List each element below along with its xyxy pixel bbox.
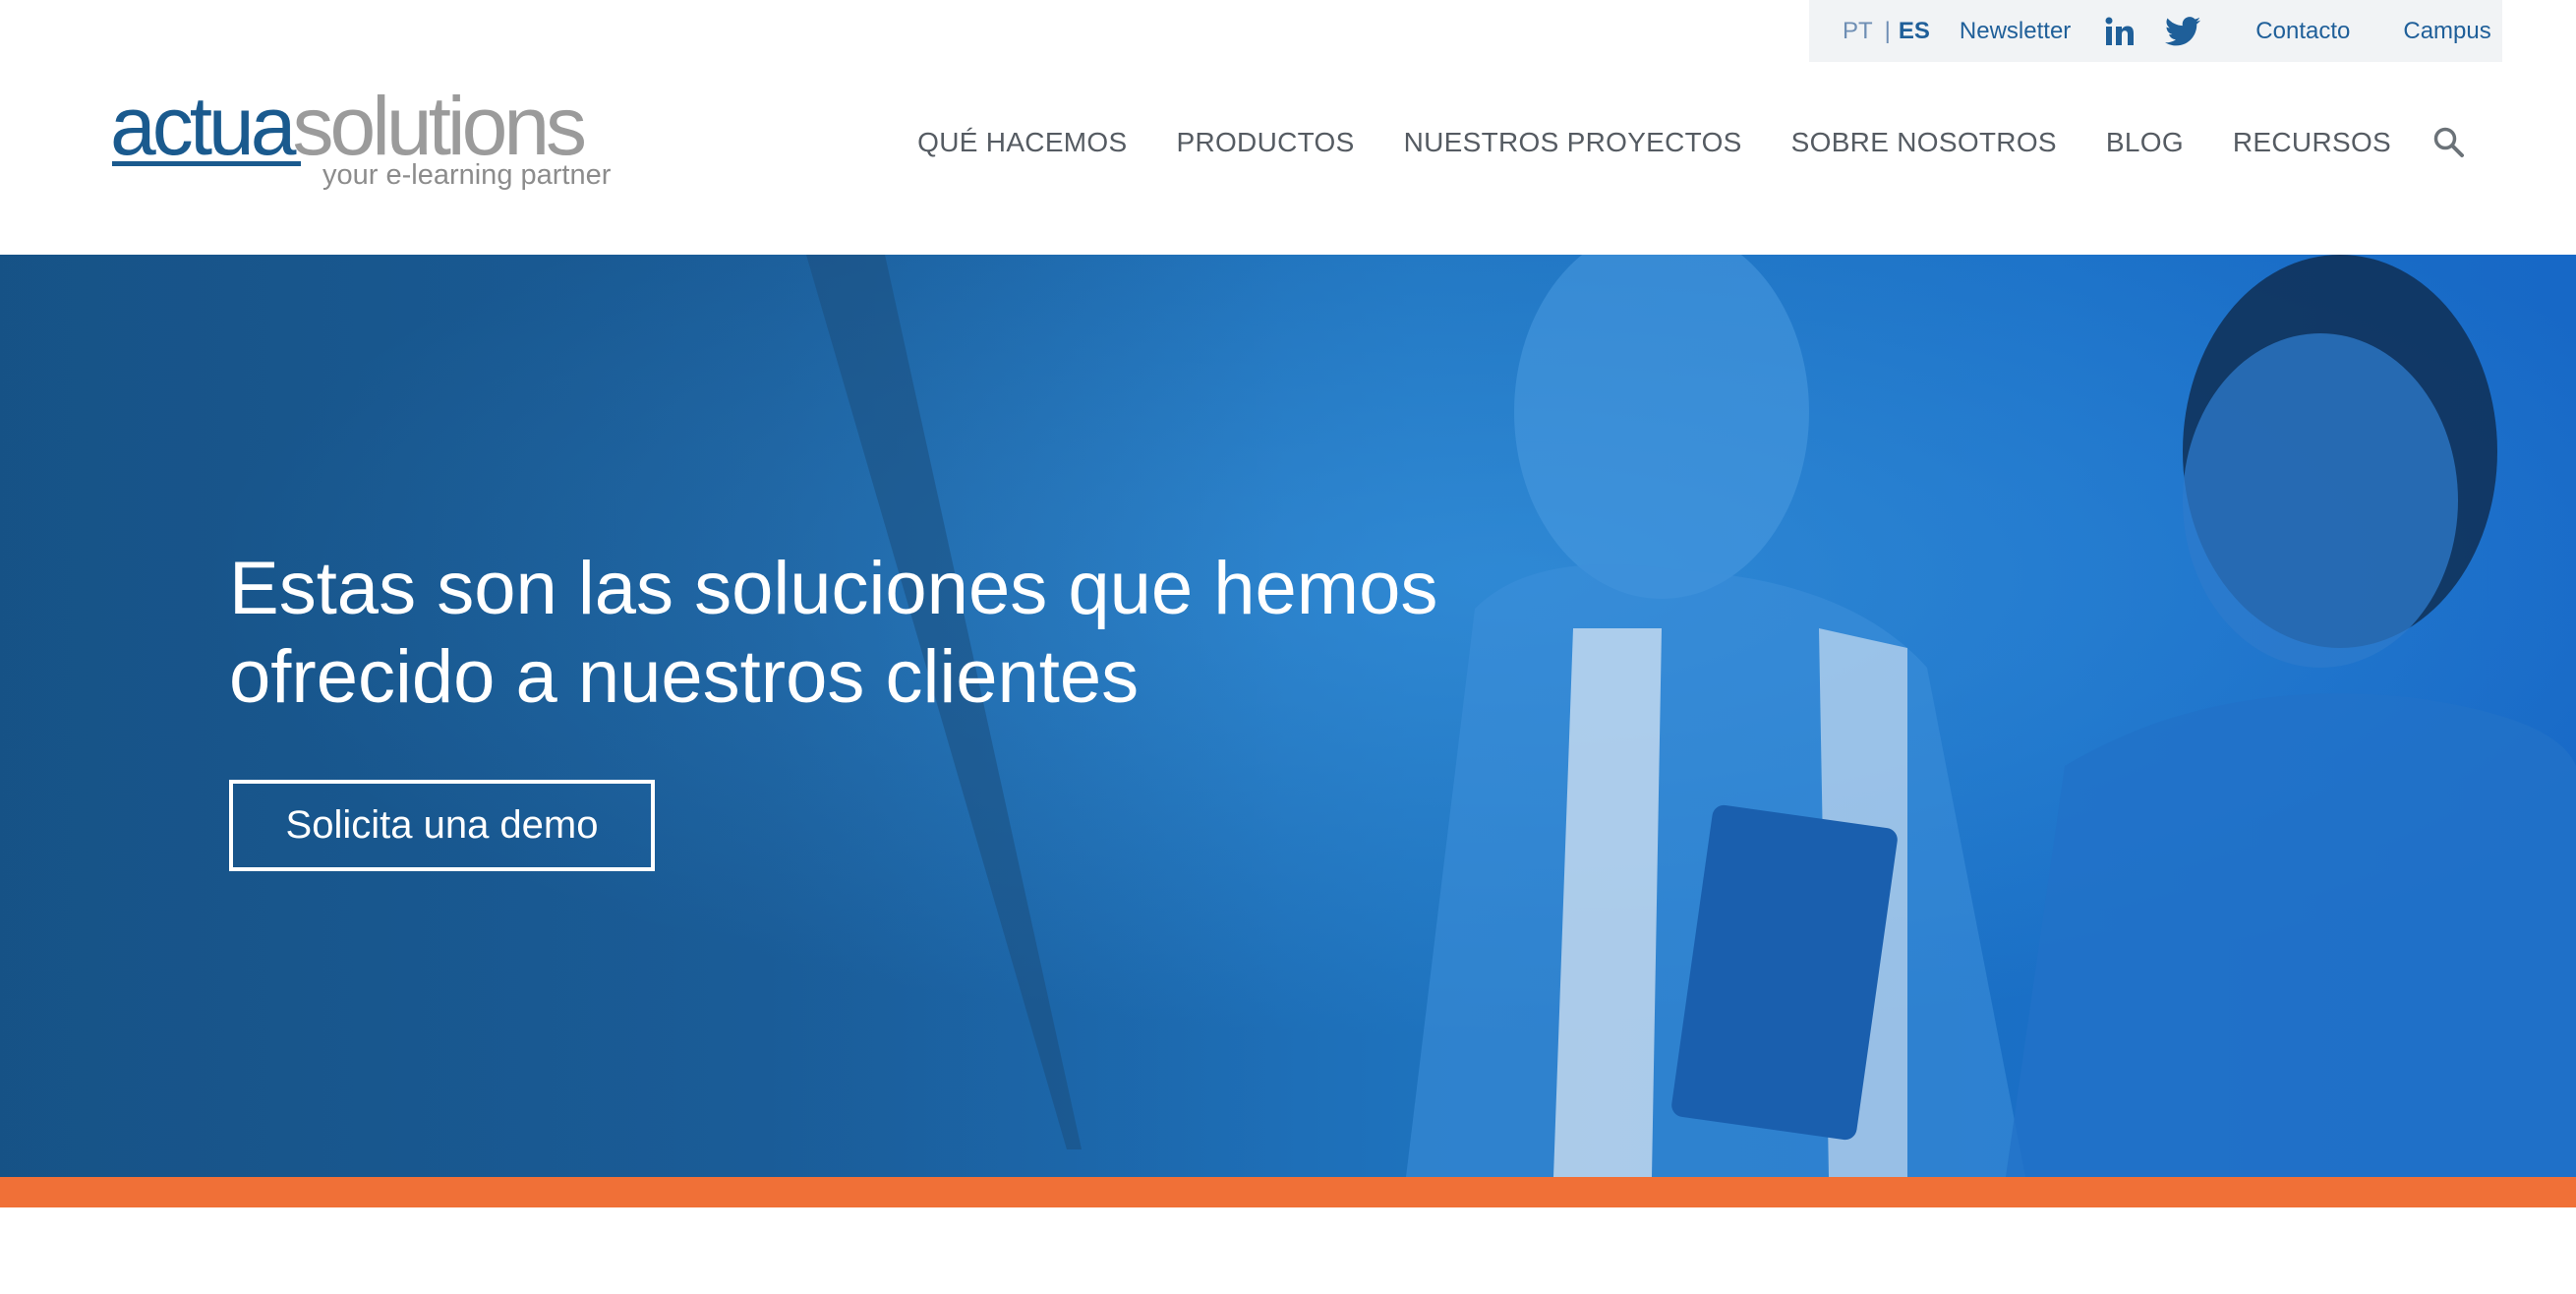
twitter-icon[interactable]	[2165, 16, 2201, 47]
request-demo-button[interactable]: Solicita una demo	[229, 780, 655, 871]
nav-item-sobre-nosotros[interactable]: SOBRE NOSOTROS	[1791, 127, 2057, 158]
hero-title-line-2: ofrecido a nuestros clientes	[229, 635, 1140, 719]
language-switcher: PT | ES	[1843, 18, 1930, 45]
nav-item-que-hacemos[interactable]: QUÉ HACEMOS	[917, 127, 1127, 158]
logo-wordmark-actua: actua	[110, 80, 296, 172]
social-links	[2104, 16, 2201, 47]
search-icon[interactable]	[2432, 126, 2466, 159]
logo-tagline: your e-learning partner	[322, 159, 612, 191]
hero-title: Estas son las soluciones que hemos ofrec…	[229, 545, 1507, 722]
newsletter-link[interactable]: Newsletter	[1960, 18, 2071, 45]
contacto-link[interactable]: Contacto	[2255, 18, 2350, 45]
nav-item-productos[interactable]: PRODUCTOS	[1176, 127, 1354, 158]
nav-item-nuestros-proyectos[interactable]: NUESTROS PROYECTOS	[1404, 127, 1742, 158]
hero-banner: Estas son las soluciones que hemos ofrec…	[0, 255, 2576, 1177]
lang-es-link[interactable]: ES	[1899, 18, 1930, 45]
accent-divider	[0, 1177, 2576, 1207]
lang-pt-link[interactable]: PT	[1843, 18, 1873, 45]
main-navigation: QUÉ HACEMOS PRODUCTOS NUESTROS PROYECTOS…	[917, 126, 2466, 159]
nav-item-blog[interactable]: BLOG	[2106, 127, 2184, 158]
logo-wordmark: actuasolutions	[110, 85, 587, 167]
linkedin-icon[interactable]	[2104, 16, 2136, 47]
site-logo[interactable]: actuasolutions your e-learning partner	[110, 77, 612, 195]
campus-link[interactable]: Campus	[2403, 18, 2490, 45]
nav-item-recursos[interactable]: RECURSOS	[2233, 127, 2391, 158]
logo-wordmark-solutions: solutions	[292, 80, 588, 172]
utility-bar: PT | ES Newsletter Contacto Campus	[1809, 0, 2502, 62]
hero-title-line-1: Estas son las soluciones que hemos	[229, 547, 1438, 630]
logo-underline	[112, 161, 301, 166]
lang-separator: |	[1884, 17, 1891, 44]
